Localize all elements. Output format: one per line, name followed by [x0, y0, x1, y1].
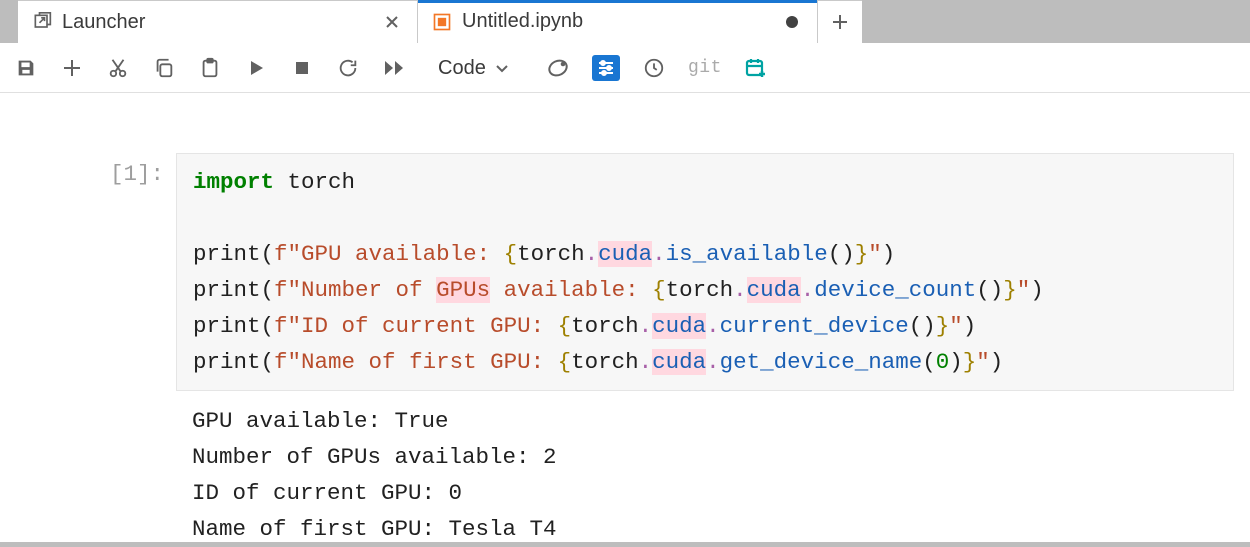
tab-untitled-ipynb[interactable]: Untitled.ipynb — [418, 0, 818, 43]
cut-icon[interactable] — [106, 53, 130, 83]
save-icon[interactable] — [14, 53, 38, 83]
render-icon[interactable] — [546, 53, 570, 83]
launcher-icon — [32, 12, 52, 32]
cell-type-dropdown[interactable]: Code — [434, 55, 514, 81]
notebook-icon — [432, 12, 452, 32]
input-prompt: [1]: — [0, 153, 176, 187]
git-button[interactable]: git — [688, 53, 722, 83]
tab-bar: Launcher Untitled.ipynb — [0, 0, 1250, 43]
unsaved-indicator-icon[interactable] — [781, 11, 803, 33]
cell-output: GPU available: True Number of GPUs avail… — [176, 391, 1250, 547]
stop-icon[interactable] — [290, 53, 314, 83]
notebook-area: [1]: import torch print(f"GPU available:… — [0, 93, 1250, 542]
restart-icon[interactable] — [336, 53, 360, 83]
copy-icon[interactable] — [152, 53, 176, 83]
property-inspector-icon[interactable] — [592, 55, 620, 81]
add-cell-icon[interactable] — [60, 53, 84, 83]
new-tab-button[interactable] — [818, 0, 862, 43]
run-icon[interactable] — [244, 53, 268, 83]
close-icon[interactable] — [381, 11, 403, 33]
code-cell[interactable]: [1]: import torch print(f"GPU available:… — [0, 153, 1250, 391]
tab-launcher[interactable]: Launcher — [18, 0, 418, 43]
run-all-icon[interactable] — [382, 53, 406, 83]
notebook-toolbar: Code git — [0, 43, 1250, 93]
tab-label: Untitled.ipynb — [462, 10, 583, 33]
code-editor[interactable]: import torch print(f"GPU available: {tor… — [176, 153, 1234, 391]
scheduler-icon[interactable] — [744, 53, 768, 83]
tab-label: Launcher — [62, 11, 145, 34]
paste-icon[interactable] — [198, 53, 222, 83]
cell-type-select[interactable]: Code — [434, 55, 514, 81]
clock-icon[interactable] — [642, 53, 666, 83]
